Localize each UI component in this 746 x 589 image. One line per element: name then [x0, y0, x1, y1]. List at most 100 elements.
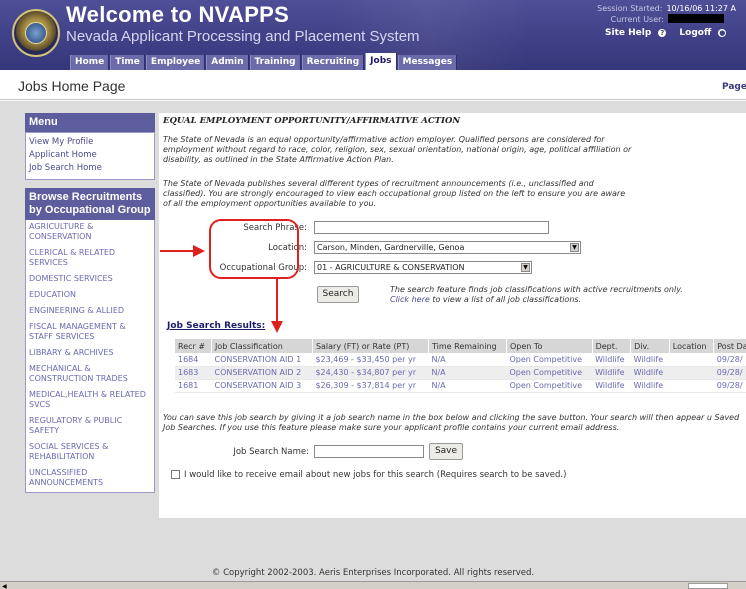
cell-time-remaining: N/A: [428, 366, 507, 380]
group-item-social[interactable]: SOCIAL SERVICES & REHABILITATION: [26, 440, 154, 466]
group-item-mechanical[interactable]: MECHANICAL & CONSTRUCTION TRADES: [26, 362, 154, 388]
col-classification[interactable]: Job Classification: [211, 339, 313, 353]
table-row[interactable]: 1683 CONSERVATION AID 2 $24,430 - $34,80…: [175, 366, 746, 380]
location-select[interactable]: Carson, Minden, Gardnerville, Genoa ▼: [314, 241, 581, 254]
job-search-name-label: Job Search Name:: [233, 447, 309, 457]
tab-messages[interactable]: Messages: [397, 55, 458, 70]
cell-open-to: Open Competitive: [506, 379, 593, 393]
table-row[interactable]: 1684 CONSERVATION AID 1 $23,469 - $33,45…: [175, 353, 746, 367]
all-classifications-link[interactable]: Click here: [390, 295, 430, 304]
page-title: Jobs Home Page: [18, 78, 126, 94]
scrollbar-thumb[interactable]: [688, 583, 728, 589]
cell-recr[interactable]: 1683: [175, 366, 212, 380]
session-started-label: Session Started:: [597, 4, 663, 13]
cell-open-to: Open Competitive: [506, 353, 593, 367]
occupational-group-value: 01 - AGRICULTURE & CONSERVATION: [317, 263, 465, 272]
cell-dept: Wildlife: [592, 353, 631, 367]
nevada-seal-logo: [12, 9, 60, 57]
search-note: The search feature finds job classificat…: [390, 285, 700, 305]
col-open-to[interactable]: Open To: [506, 339, 593, 353]
cell-classification[interactable]: CONSERVATION AID 2: [211, 366, 313, 380]
search-button[interactable]: Search: [317, 286, 359, 303]
cell-salary: $24,430 - $34,807 per yr: [312, 366, 429, 380]
main-nav: Home Time Employee Admin Training Recrui…: [70, 53, 458, 70]
eeo-title: EQUAL EMPLOYMENT OPPORTUNITY/AFFIRMATIVE…: [163, 116, 461, 126]
save-button[interactable]: Save: [429, 443, 463, 460]
cell-div: Wildlife: [630, 379, 670, 393]
cell-post-date: 09/28/: [713, 379, 746, 393]
col-recr[interactable]: Recr #: [175, 339, 213, 353]
group-item-agriculture[interactable]: AGRICULTURE & CONSERVATION: [26, 220, 154, 246]
cell-open-to: Open Competitive: [506, 366, 593, 380]
group-item-medical[interactable]: MEDICAL,HEALTH & RELATED SVCS: [26, 388, 154, 414]
logoff-link[interactable]: Logoff ●: [679, 28, 731, 38]
col-salary[interactable]: Salary (FT) or Rate (PT): [312, 339, 430, 353]
groups-list: AGRICULTURE & CONSERVATION CLERICAL & RE…: [25, 220, 155, 493]
menu-list: View My Profile Applicant Home Job Searc…: [25, 132, 155, 180]
help-icon: ?: [658, 28, 667, 37]
group-item-clerical[interactable]: CLERICAL & RELATED SERVICES: [26, 246, 154, 272]
col-dept[interactable]: Dept.: [592, 339, 632, 353]
cell-location: [669, 379, 714, 393]
col-location[interactable]: Location: [669, 339, 715, 353]
tab-jobs[interactable]: Jobs: [365, 53, 397, 70]
col-time-remaining[interactable]: Time Remaining: [428, 339, 507, 353]
page-link[interactable]: Page: [722, 82, 746, 92]
logoff-label: Logoff: [679, 28, 712, 38]
top-links: Site Help? Logoff ●: [605, 28, 736, 38]
tab-admin[interactable]: Admin: [206, 55, 249, 70]
cell-recr[interactable]: 1684: [175, 353, 212, 367]
group-item-library[interactable]: LIBRARY & ARCHIVES: [26, 346, 154, 362]
tab-recruiting[interactable]: Recruiting: [301, 55, 365, 70]
cell-classification[interactable]: CONSERVATION AID 3: [211, 379, 313, 393]
table-row[interactable]: 1681 CONSERVATION AID 3 $26,309 - $37,81…: [175, 379, 746, 393]
site-help-link[interactable]: Site Help?: [605, 28, 671, 38]
session-info: Session Started: 10/16/06 11:27 A Current…: [586, 3, 746, 25]
page-title-bar: Jobs Home Page Page: [0, 70, 746, 100]
group-item-engineering[interactable]: ENGINEERING & ALLIED: [26, 304, 154, 320]
cell-classification[interactable]: CONSERVATION AID 1: [211, 353, 313, 367]
tab-employee[interactable]: Employee: [145, 55, 206, 70]
groups-heading: Browse Recruitments by Occupational Grou…: [25, 188, 155, 220]
current-user-redacted: [668, 14, 724, 23]
cell-recr[interactable]: 1681: [175, 379, 212, 393]
group-item-domestic[interactable]: DOMESTIC SERVICES: [26, 272, 154, 288]
cell-time-remaining: N/A: [428, 379, 507, 393]
cell-dept: Wildlife: [592, 366, 631, 380]
cell-div: Wildlife: [630, 353, 670, 367]
group-item-fiscal[interactable]: FISCAL MANAGEMENT & STAFF SERVICES: [26, 320, 154, 346]
logoff-icon: ●: [718, 28, 727, 37]
footer-copyright: © Copyright 2002-2003. Aeris Enterprises…: [211, 568, 535, 578]
cell-location: [669, 366, 714, 380]
job-search-name-input[interactable]: [314, 445, 424, 458]
occupational-group-select[interactable]: 01 - AGRICULTURE & CONSERVATION ▼: [314, 261, 532, 274]
email-option: I would like to receive email about new …: [171, 470, 566, 480]
site-help-label: Site Help: [605, 28, 652, 38]
cell-location: [669, 353, 714, 367]
main-panel: EQUAL EMPLOYMENT OPPORTUNITY/AFFIRMATIVE…: [159, 113, 746, 518]
app-subtitle: Nevada Applicant Processing and Placemen…: [66, 28, 420, 45]
location-value: Carson, Minden, Gardnerville, Genoa: [317, 243, 465, 252]
group-item-education[interactable]: EDUCATION: [26, 288, 154, 304]
group-item-regulatory[interactable]: REGULATORY & PUBLIC SAFETY: [26, 414, 154, 440]
horizontal-scrollbar[interactable]: ◀: [0, 581, 746, 589]
scroll-left-icon[interactable]: ◀: [2, 583, 7, 589]
cell-time-remaining: N/A: [428, 353, 507, 367]
results-table: Recr # Job Classification Salary (FT) or…: [175, 339, 746, 393]
email-checkbox[interactable]: [171, 470, 180, 479]
group-item-unclassified[interactable]: UNCLASSIFIED ANNOUNCEMENTS: [26, 466, 154, 492]
search-phrase-input[interactable]: [314, 221, 549, 234]
cell-post-date: 09/28/: [713, 366, 746, 380]
tab-home[interactable]: Home: [70, 55, 110, 70]
tab-training[interactable]: Training: [249, 55, 301, 70]
cell-salary: $23,469 - $33,450 per yr: [312, 353, 429, 367]
col-post-date[interactable]: Post Da: [713, 339, 746, 353]
announcements-paragraph: The State of Nevada publishes several di…: [163, 179, 626, 208]
col-div[interactable]: Div.: [630, 339, 670, 353]
email-checkbox-label: I would like to receive email about new …: [184, 470, 567, 480]
tab-time[interactable]: Time: [110, 55, 145, 70]
menu-item-applicant-home[interactable]: Applicant Home: [29, 149, 151, 162]
menu-item-view-profile[interactable]: View My Profile: [29, 136, 151, 149]
menu-item-job-search-home[interactable]: Job Search Home: [29, 162, 151, 175]
chevron-down-icon: ▼: [521, 263, 530, 272]
